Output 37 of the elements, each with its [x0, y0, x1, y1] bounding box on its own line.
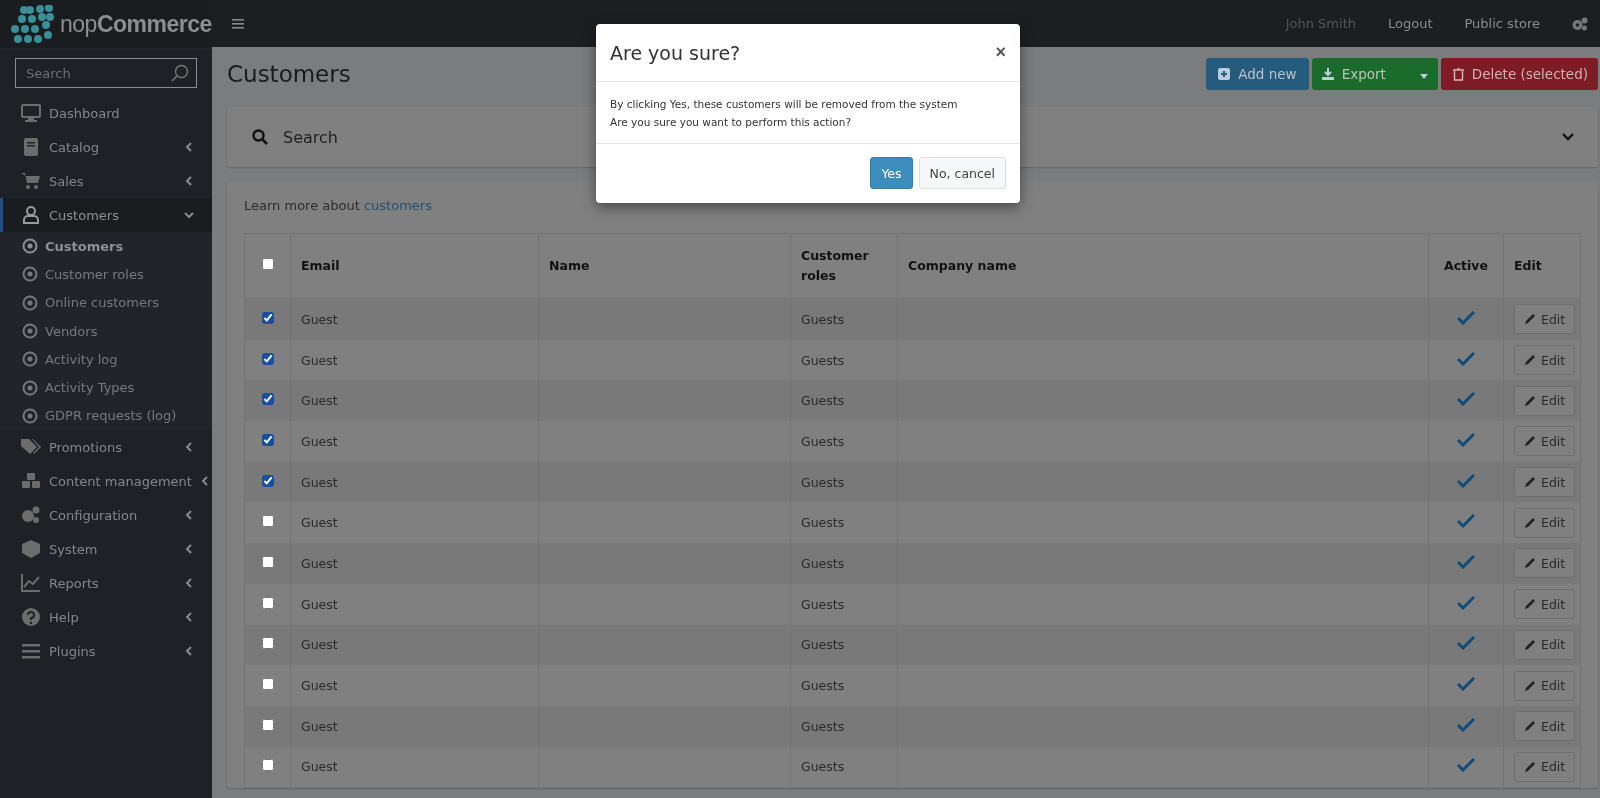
roles-cell: Guests: [801, 433, 845, 449]
user-name: John Smith: [1285, 16, 1356, 31]
column-header: Name: [549, 258, 590, 273]
dialog-message: Are you sure you want to perform this action?: [610, 115, 852, 130]
roles-cell: Guests: [801, 596, 845, 612]
email-cell: Guest: [301, 515, 338, 531]
column-header: Active: [1444, 258, 1488, 273]
dialog-title: Are you sure?: [610, 41, 741, 64]
email-cell: Guest: [301, 474, 338, 490]
roles-cell: Guests: [801, 678, 845, 694]
email-cell: Guest: [301, 759, 338, 775]
roles-cell: Guests: [801, 515, 845, 531]
roles-cell: Guests: [801, 352, 845, 368]
column-header: Customer roles: [801, 248, 869, 283]
page-title: Customers: [227, 61, 351, 87]
column-header: Edit: [1514, 258, 1542, 273]
roles-cell: Guests: [801, 718, 845, 734]
roles-cell: Guests: [801, 311, 845, 327]
email-cell: Guest: [301, 678, 338, 694]
roles-cell: Guests: [801, 637, 845, 653]
email-cell: Guest: [301, 393, 338, 409]
email-cell: Guest: [301, 555, 338, 571]
learn-more-text: Learn more about customers: [244, 198, 433, 213]
email-cell: Guest: [301, 596, 338, 612]
email-cell: Guest: [301, 311, 338, 327]
email-cell: Guest: [301, 637, 338, 653]
email-cell: Guest: [301, 718, 338, 734]
column-header: Email: [301, 258, 340, 273]
roles-cell: Guests: [801, 759, 845, 775]
search-panel-title: Search: [283, 127, 338, 147]
roles-cell: Guests: [801, 555, 845, 571]
dialog-message: By clicking Yes, these customers will be removed from the system: [610, 97, 959, 112]
email-cell: Guest: [301, 433, 338, 449]
email-cell: Guest: [301, 352, 338, 368]
roles-cell: Guests: [801, 474, 845, 490]
roles-cell: Guests: [801, 393, 845, 409]
column-header: Company name: [908, 258, 1017, 273]
